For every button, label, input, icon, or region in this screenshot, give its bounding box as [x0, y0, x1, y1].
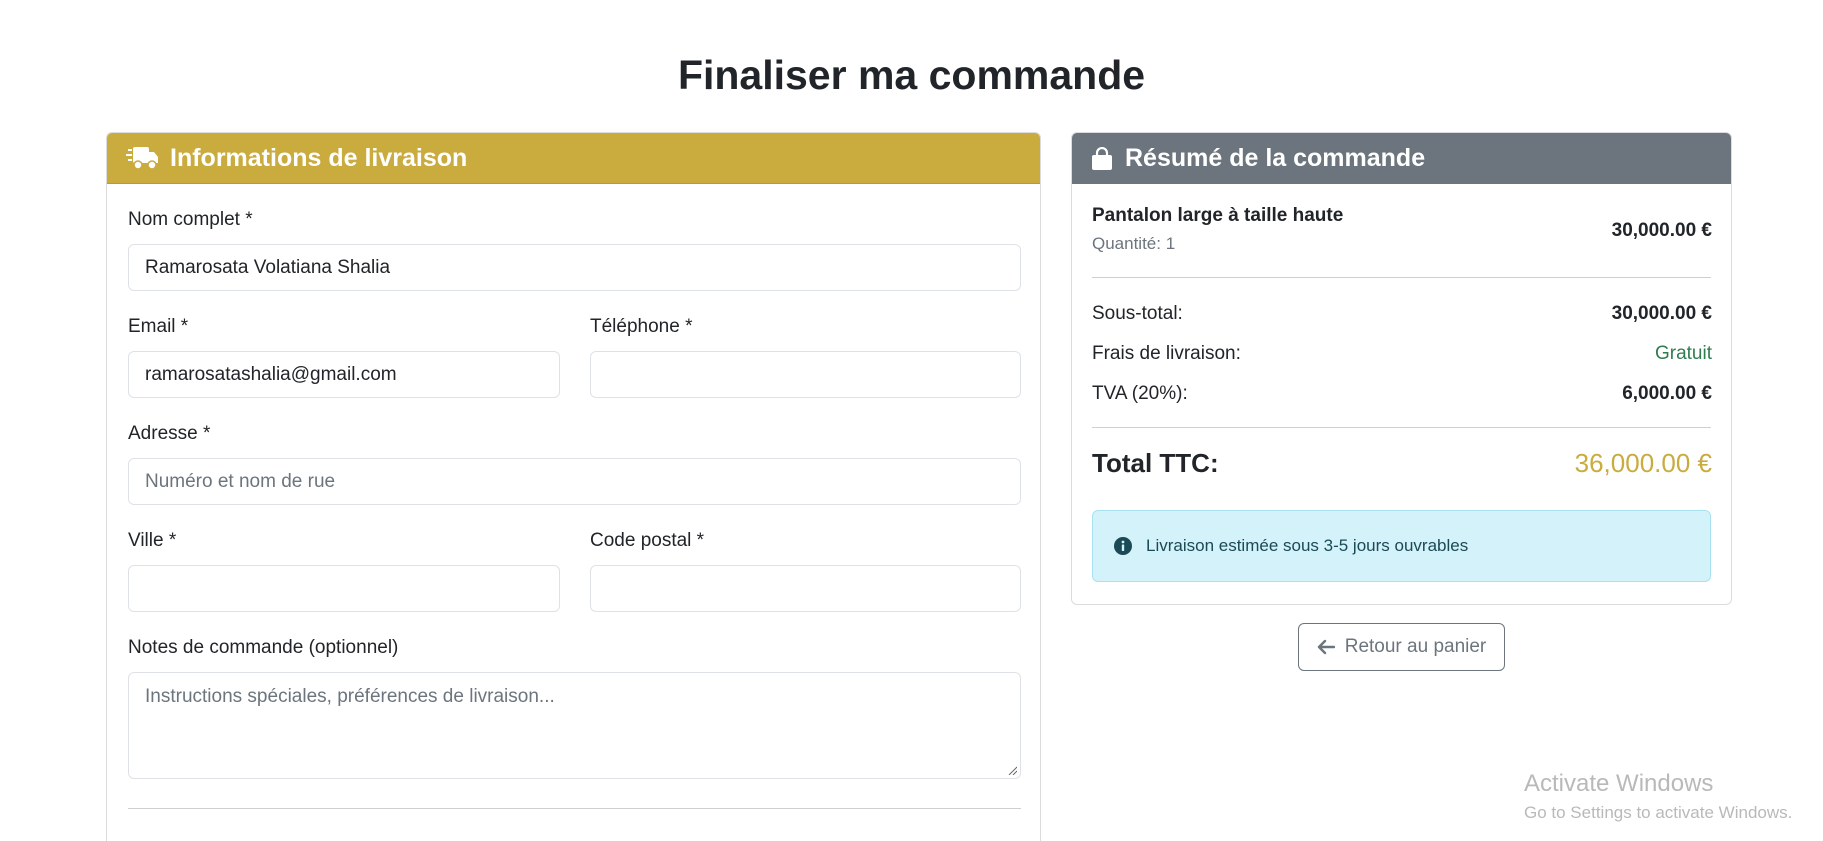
summary-divider-1: [1092, 277, 1711, 278]
email-input[interactable]: ramarosatashalia@gmail.com: [128, 351, 560, 398]
activation-watermark-title: Activate Windows: [1524, 770, 1714, 797]
tax-value: 6,000.00 €: [1622, 383, 1712, 404]
info-circle-icon: [1114, 537, 1132, 555]
shipping-card-header: Informations de livraison: [107, 133, 1040, 184]
delivery-info-text: Livraison estimée sous 3-5 jours ouvrabl…: [1146, 536, 1469, 555]
back-to-cart-button[interactable]: Retour au panier: [1298, 623, 1505, 671]
summary-card-title: Résumé de la commande: [1125, 144, 1426, 172]
activation-watermark-subtitle: Go to Settings to activate Windows.: [1524, 803, 1793, 822]
delivery-info-alert: Livraison estimée sous 3-5 jours ouvrabl…: [1092, 510, 1711, 582]
total-label: Total TTC:: [1092, 448, 1219, 478]
address-placeholder: Numéro et nom de rue: [145, 470, 336, 492]
phone-input[interactable]: [590, 351, 1021, 398]
shipping-fee-value: Gratuit: [1654, 343, 1712, 364]
notes-placeholder: Instructions spéciales, préférences de l…: [145, 686, 555, 707]
notes-textarea[interactable]: Instructions spéciales, préférences de l…: [128, 672, 1021, 779]
full-name-label: Nom complet *: [128, 209, 253, 230]
full-name-input[interactable]: Ramarosata Volatiana Shalia: [128, 244, 1021, 291]
item-price: 30,000.00 €: [1611, 220, 1712, 241]
full-name-value: Ramarosata Volatiana Shalia: [145, 256, 391, 278]
arrow-left-icon: [1317, 639, 1335, 655]
summary-divider-2: [1092, 427, 1711, 428]
address-label: Adresse *: [128, 423, 211, 444]
email-label: Email *: [128, 316, 189, 337]
email-value: ramarosatashalia@gmail.com: [145, 363, 397, 385]
city-label: Ville *: [128, 530, 177, 551]
item-name: Pantalon large à taille haute: [1092, 205, 1344, 226]
tax-label: TVA (20%):: [1092, 383, 1188, 404]
form-divider: [128, 808, 1021, 809]
phone-label: Téléphone *: [590, 316, 693, 337]
shopping-bag-icon: [1092, 146, 1112, 170]
postal-code-label: Code postal *: [590, 530, 705, 551]
truck-fast-icon: [126, 147, 158, 170]
postal-code-input[interactable]: [590, 565, 1021, 612]
address-input[interactable]: Numéro et nom de rue: [128, 458, 1021, 505]
page-title: Finaliser ma commande: [677, 52, 1146, 98]
subtotal-value: 30,000.00 €: [1611, 303, 1712, 324]
total-value: 36,000.00 €: [1574, 448, 1712, 478]
summary-card-header: Résumé de la commande: [1072, 133, 1731, 184]
resize-grip-icon[interactable]: [1007, 765, 1017, 775]
back-to-cart-label: Retour au panier: [1344, 636, 1487, 657]
shipping-card-title: Informations de livraison: [170, 143, 468, 172]
notes-label: Notes de commande (optionnel): [128, 637, 399, 658]
subtotal-label: Sous-total:: [1092, 303, 1183, 324]
shipping-fee-label: Frais de livraison:: [1092, 343, 1241, 364]
city-input[interactable]: [128, 565, 560, 612]
item-quantity: Quantité: 1: [1092, 234, 1176, 253]
